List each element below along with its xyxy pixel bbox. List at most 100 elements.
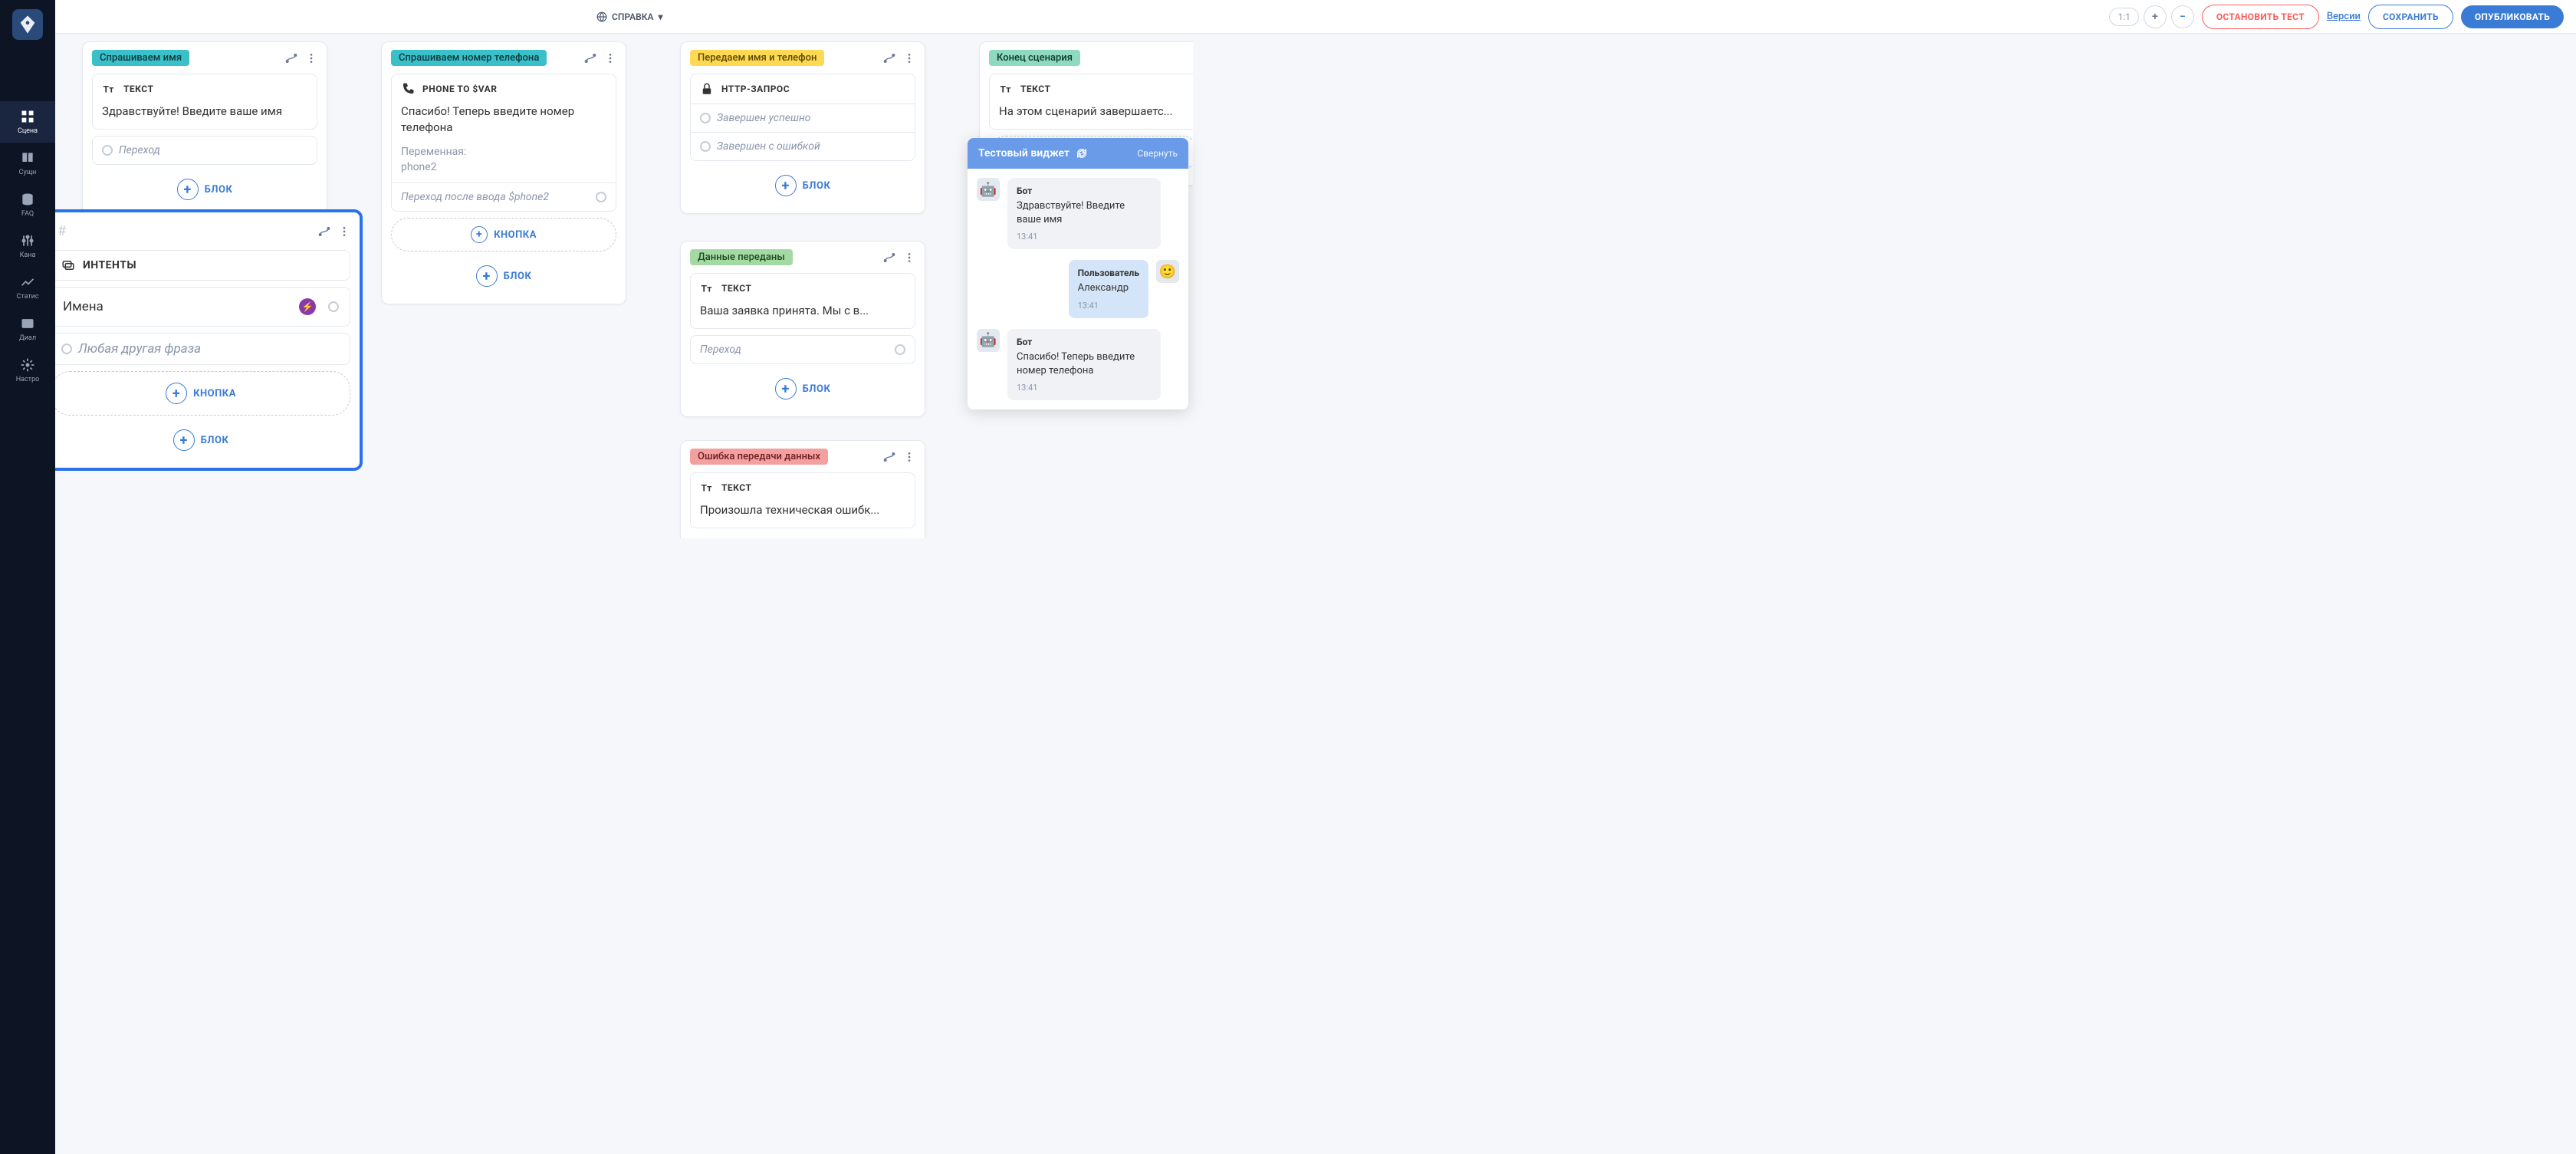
port-dot-icon [700, 113, 711, 123]
sidebar-item-label: Сущн [19, 169, 37, 176]
publish-button[interactable]: ОПУБЛИКОВАТЬ [2461, 5, 2564, 28]
port-transition[interactable]: Переход [92, 136, 317, 165]
bot-avatar-icon: 🤖 [977, 178, 1000, 201]
node-intents[interactable]: # ИНТЕНТЫ Имена ⚡ Любая другая фраза [55, 210, 362, 470]
port-success[interactable]: Завершен успешно [691, 104, 915, 132]
text-icon: Tт [700, 281, 714, 295]
node-title-tag[interactable]: Ошибка передачи данных [690, 449, 828, 465]
sidebar-item-stats[interactable]: Статис [0, 267, 55, 308]
add-block-label: БЛОК [504, 271, 532, 282]
intent-item[interactable]: Имена ⚡ [55, 287, 350, 327]
more-icon[interactable] [903, 252, 915, 264]
block-text: Здравствуйте! Введите ваше имя [93, 104, 317, 129]
hash-placeholder[interactable]: # [55, 220, 72, 242]
node-header: Ошибка передачи данных [681, 441, 925, 472]
collapse-button[interactable]: Свернуть [1137, 148, 1178, 159]
text-block[interactable]: Tт ТЕКСТ На этом сценарий завершаетс... [989, 74, 1193, 130]
node-data-sent[interactable]: Данные переданы Tт ТЕКСТ Ваша заявка при… [680, 241, 925, 417]
add-button-row[interactable]: + КНОПКА [391, 218, 616, 252]
node-title-tag[interactable]: Передаем имя и телефон [690, 50, 824, 66]
connector-icon[interactable] [883, 451, 895, 463]
block-label: ИНТЕНТЫ [83, 259, 136, 271]
plus-icon: + [471, 226, 488, 243]
node-title-tag[interactable]: Спрашиваем номер телефона [391, 50, 547, 66]
text-block[interactable]: Tт ТЕКСТ Здравствуйте! Введите ваше имя [92, 74, 317, 130]
port-error[interactable]: Завершен с ошибкой [691, 132, 915, 160]
connector-icon[interactable] [285, 52, 297, 64]
node-send-data[interactable]: Передаем имя и телефон HTTP-ЗАПРОС Завер… [680, 41, 925, 214]
zoom-in-button[interactable]: + [2144, 5, 2167, 28]
widget-header: Тестовый виджет Свернуть [968, 138, 1188, 169]
node-error[interactable]: Ошибка передачи данных Tт ТЕКСТ Произошл… [680, 440, 925, 538]
connector-icon[interactable] [883, 252, 895, 264]
widget-title: Тестовый виджет [978, 147, 1070, 159]
node-header: Спрашиваем имя [83, 42, 327, 74]
add-button-label: КНОПКА [193, 388, 236, 399]
add-block-button[interactable]: + БЛОК [391, 258, 616, 294]
block-text: Произошла техническая ошибк... [691, 502, 915, 528]
text-block[interactable]: Tт ТЕКСТ Произошла техническая ошибк... [690, 472, 915, 528]
zoom-controls: 1:1 + − [2109, 5, 2193, 28]
zoom-out-button[interactable]: − [2171, 5, 2194, 28]
add-block-button[interactable]: + БЛОК [92, 171, 317, 208]
add-button-row[interactable]: + КНОПКА [55, 371, 350, 416]
add-block-button[interactable]: + БЛОК [690, 167, 915, 204]
test-widget: Тестовый виджет Свернуть 🤖 Бот Здравству… [968, 138, 1188, 409]
sidebar-item-entities[interactable]: Сущн [0, 143, 55, 184]
text-icon: Tт [999, 82, 1013, 96]
port-transition[interactable]: Переход [690, 335, 915, 364]
intents-block[interactable]: ИНТЕНТЫ [55, 250, 350, 281]
block-text: Спасибо! Теперь введите номер телефона [392, 104, 616, 145]
block-label: HTTP-ЗАПРОС [721, 84, 790, 94]
sidebar-item-scenario[interactable]: Сцена [0, 101, 55, 143]
message-sender: Пользователь [1078, 268, 1139, 278]
sidebar-item-faq[interactable]: FAQ [0, 184, 55, 225]
connector-icon[interactable] [584, 52, 596, 64]
bot-avatar-icon: 🤖 [977, 329, 1000, 352]
more-icon[interactable] [903, 52, 915, 64]
chart-icon [20, 275, 35, 290]
node-title-tag[interactable]: Конец сценария [989, 50, 1080, 66]
block-meta: Переменная: phone2 [392, 145, 616, 182]
zoom-reset-button[interactable]: 1:1 [2109, 8, 2138, 26]
sliders-icon [20, 233, 35, 248]
more-icon[interactable] [903, 451, 915, 463]
block-label: ТЕКСТ [123, 84, 153, 94]
stop-test-button[interactable]: ОСТАНОВИТЬ ТЕСТ [2202, 5, 2319, 29]
add-block-button[interactable]: + БЛОК [55, 422, 350, 459]
node-ask-phone[interactable]: Спрашиваем номер телефона PHONE TO $VAR … [381, 41, 626, 304]
more-icon[interactable] [338, 225, 350, 238]
port-label: Завершен с ошибкой [717, 140, 820, 153]
node-header: Конец сценария [980, 42, 1193, 74]
message-text: Здравствуйте! Введите ваше имя [1017, 199, 1152, 227]
block-label: ТЕКСТ [721, 482, 751, 493]
port-label: Переход [119, 144, 160, 156]
node-title-tag[interactable]: Спрашиваем имя [92, 50, 189, 66]
versions-link[interactable]: Версии [2327, 11, 2361, 22]
app-logo[interactable] [12, 9, 43, 40]
text-block[interactable]: Tт ТЕКСТ Ваша заявка принята. Мы с в... [690, 273, 915, 329]
add-block-button[interactable]: + БЛОК [690, 370, 915, 407]
connector-icon[interactable] [318, 225, 330, 238]
fallback-port[interactable]: Любая другая фраза [55, 333, 350, 365]
help-dropdown[interactable]: СПРАВКА ▾ [596, 12, 663, 22]
sidebar-item-settings[interactable]: Настро [0, 350, 55, 391]
http-block[interactable]: HTTP-ЗАПРОС Завершен успешно Завершен с … [690, 74, 915, 161]
node-title-tag[interactable]: Данные переданы [690, 249, 793, 265]
node-header: Спрашиваем номер телефона [382, 42, 626, 74]
refresh-icon[interactable] [1076, 147, 1088, 159]
phone-var-block[interactable]: PHONE TO $VAR Спасибо! Теперь введите но… [391, 74, 616, 212]
node-ask-name[interactable]: Спрашиваем имя Tт ТЕКСТ Здравствуйте! Вв… [82, 41, 327, 218]
more-icon[interactable] [305, 52, 317, 64]
connector-icon[interactable] [883, 52, 895, 64]
sidebar-item-channels[interactable]: Кана [0, 225, 55, 267]
plus-icon: + [177, 179, 199, 200]
port-after-input[interactable]: Переход после ввода $phone2 [392, 182, 616, 211]
help-label: СПРАВКА [612, 12, 654, 22]
more-icon[interactable] [604, 52, 616, 64]
save-button[interactable]: СОХРАНИТЬ [2368, 5, 2453, 29]
port-label: Переход после ввода $phone2 [401, 191, 549, 203]
sidebar-item-dialogs[interactable]: Диал [0, 308, 55, 350]
widget-messages: 🤖 Бот Здравствуйте! Введите ваше имя 13:… [968, 169, 1188, 409]
port-dot-icon [102, 145, 113, 156]
